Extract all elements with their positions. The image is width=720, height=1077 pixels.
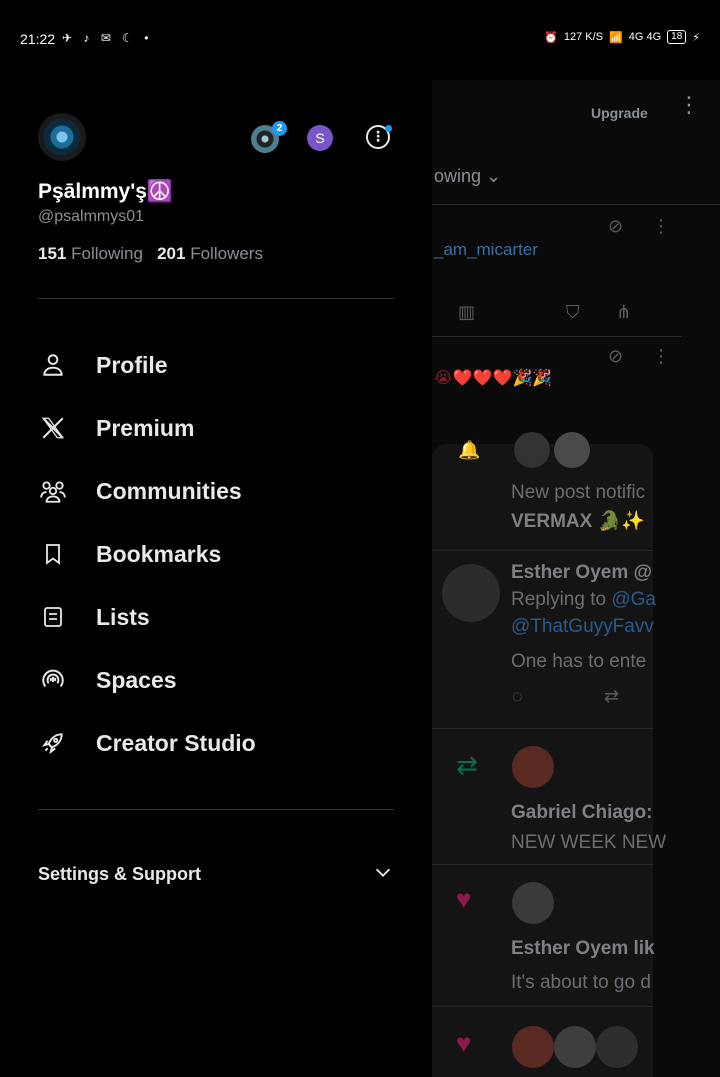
heart-icon: ♥ <box>456 884 472 914</box>
status-time: 21:22 <box>20 31 56 47</box>
side-drawer: 2 S ⋮ Pşālmmy'ş☮️ @psalmmys01 151 Follow… <box>0 80 432 1077</box>
profile-avatar[interactable] <box>38 113 86 161</box>
heart-icon: ♥ <box>456 1028 472 1058</box>
bookmark-icon <box>38 539 68 569</box>
follow-stats: 151 Following 201 Followers <box>38 244 263 264</box>
share-icon[interactable]: ⋔ <box>616 302 631 323</box>
menu-item-lists[interactable]: Lists <box>38 592 394 642</box>
list-icon <box>38 602 68 632</box>
background-feed: Upgrade ⋮ owing ⌄ ⊘ ⋮ _am_micarter ▥ ⛉ ⋔… <box>432 80 720 1077</box>
like-text: It's about to go d <box>511 972 651 993</box>
avatar[interactable] <box>554 1026 596 1068</box>
tab-divider <box>432 204 720 205</box>
wifi-icon: 📶 <box>609 31 623 44</box>
menu-item-spaces[interactable]: Spaces <box>38 655 394 705</box>
avatar[interactable] <box>596 1026 638 1068</box>
alarm-icon: ⏰ <box>544 31 558 44</box>
following-tab-label: owing <box>434 166 482 186</box>
like-author: Esther Oyem lik <box>511 938 655 959</box>
network-speed: 127 K/S <box>563 31 604 43</box>
menu-label: Lists <box>96 603 150 630</box>
notification-divider <box>432 864 653 865</box>
reply-to-handle-2[interactable]: @ThatGuyyFavv <box>511 616 654 638</box>
menu-label: Profile <box>96 351 168 378</box>
network-label: 4G 4G <box>628 31 662 43</box>
avatar[interactable] <box>442 564 500 622</box>
menu-item-creator-studio[interactable]: Creator Studio <box>38 718 394 768</box>
settings-support-toggle[interactable]: Settings & Support <box>38 852 394 896</box>
bookmark-icon[interactable]: ⛉ <box>566 302 580 323</box>
upgrade-button[interactable]: Upgrade <box>591 105 648 121</box>
following-link[interactable]: 151 Following <box>38 244 143 263</box>
avatar[interactable] <box>512 882 554 924</box>
display-name: Pşālmmy'ş☮️ <box>38 180 174 203</box>
grok-icon[interactable]: ⊘ <box>608 346 623 367</box>
reply-author: Esther Oyem @ <box>511 562 653 583</box>
notification-badge: 2 <box>272 121 287 136</box>
menu-item-profile[interactable]: Profile <box>38 340 394 390</box>
post-emoji-text: 😭❤️❤️❤️🎉🎉 <box>434 370 553 387</box>
notification-author: VERMAX 🐊✨ <box>511 511 645 532</box>
x-logo-icon <box>38 413 68 443</box>
divider <box>38 809 394 810</box>
following-count: 151 <box>38 244 67 263</box>
notification-divider <box>432 1006 653 1007</box>
communities-icon <box>38 476 68 506</box>
avatar[interactable] <box>512 746 554 788</box>
more-vert-icon[interactable]: ⋮ <box>678 94 700 116</box>
post-divider <box>432 336 682 337</box>
reply-to-handle[interactable]: @Ga <box>611 589 656 610</box>
menu-item-bookmarks[interactable]: Bookmarks <box>38 529 394 579</box>
status-bar: 21:22 ✈ ♪ ✉ ☾ • ⏰ 127 K/S 📶 4G 4G 18 ⚡ <box>0 0 720 80</box>
notification-icons: ✈ ♪ ✉ ☾ • <box>62 31 153 45</box>
retweet-author: Gabriel Chiago: <box>511 802 653 823</box>
rocket-icon <box>38 728 68 758</box>
system-icons: ⏰ 127 K/S 📶 4G 4G 18 ⚡ <box>544 30 700 44</box>
menu-label: Creator Studio <box>96 729 256 756</box>
avatar[interactable] <box>514 432 550 468</box>
bell-icon: 🔔 <box>458 440 481 460</box>
menu-label: Premium <box>96 414 195 441</box>
battery-level: 18 <box>667 30 687 44</box>
divider <box>38 298 394 299</box>
reply-to-line: Replying to @Ga <box>511 589 656 611</box>
charging-icon: ⚡ <box>692 31 700 44</box>
settings-support-label: Settings & Support <box>38 863 201 884</box>
menu-item-premium[interactable]: Premium <box>38 403 394 453</box>
reply-to-prefix: Replying to <box>511 589 612 610</box>
menu-item-communities[interactable]: Communities <box>38 466 394 516</box>
following-tab[interactable]: owing ⌄ <box>434 166 501 187</box>
notification-text: New post notific <box>511 482 646 503</box>
followers-label: Followers <box>190 244 263 263</box>
unread-dot <box>385 125 392 132</box>
retweet-text: NEW WEEK NEW <box>511 832 667 853</box>
mention-handle[interactable]: _am_micarter <box>434 240 538 260</box>
reply-icon[interactable]: ◌ <box>512 686 523 707</box>
user-handle: @psalmmys01 <box>38 208 145 225</box>
following-label: Following <box>71 244 143 263</box>
followers-count: 201 <box>157 244 186 263</box>
avatar[interactable] <box>512 1026 554 1068</box>
menu-label: Bookmarks <box>96 540 222 567</box>
reply-text: One has to ente <box>511 651 647 672</box>
retweet-icon[interactable]: ⇄ <box>604 686 619 707</box>
notification-divider <box>432 728 653 729</box>
menu-label: Spaces <box>96 666 177 693</box>
retweet-icon: ⇄ <box>456 750 478 780</box>
spaces-icon <box>38 665 68 695</box>
account-switch-initial[interactable]: S <box>307 125 333 151</box>
notification-divider <box>432 550 653 551</box>
more-icon[interactable]: ⋮ <box>652 346 670 367</box>
followers-link[interactable]: 201 Followers <box>157 244 263 263</box>
person-icon <box>38 350 68 380</box>
menu-label: Communities <box>96 477 242 504</box>
analytics-icon[interactable]: ▥ <box>458 302 475 323</box>
chevron-down-icon <box>372 861 394 888</box>
more-icon[interactable]: ⋮ <box>652 216 670 237</box>
avatar[interactable] <box>554 432 590 468</box>
grok-icon[interactable]: ⊘ <box>608 216 623 237</box>
notifications-panel: 🔔 New post notific VERMAX 🐊✨ Esther Oyem… <box>432 432 666 1077</box>
